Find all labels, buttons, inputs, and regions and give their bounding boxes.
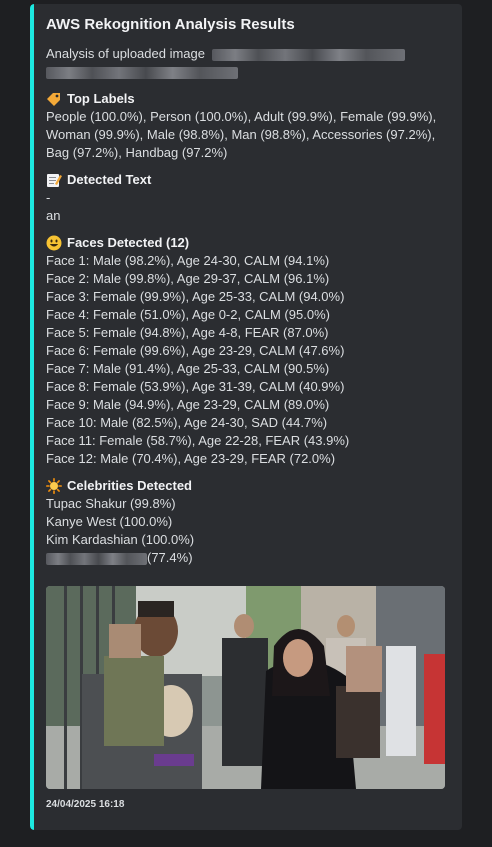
field-top-labels-name: Top Labels xyxy=(67,91,135,106)
embed-content: AWS Rekognition Analysis Results Analysi… xyxy=(46,16,446,567)
face-line: Face 7: Male (91.4%), Age 25-33, CALM (9… xyxy=(46,361,330,376)
field-faces-value: Face 1: Male (98.2%), Age 24-30, CALM (9… xyxy=(46,252,446,468)
celebrity-line: Tupac Shakur (99.8%) xyxy=(46,496,176,511)
smiley-icon xyxy=(46,235,62,251)
celebrity-line: Kim Kardashian (100.0%) xyxy=(46,532,195,547)
field-top-labels: Top Labels People (100.0%), Person (100.… xyxy=(46,90,446,162)
field-detected-text-name: Detected Text xyxy=(67,172,152,187)
redacted-filename-part2 xyxy=(46,66,238,79)
embed-card: AWS Rekognition Analysis Results Analysi… xyxy=(30,4,462,830)
description-text: Analysis of uploaded image xyxy=(46,46,205,61)
face-line: Face 5: Female (94.8%), Age 4-8, FEAR (8… xyxy=(46,325,329,340)
field-faces: Faces Detected (12) Face 1: Male (98.2%)… xyxy=(46,234,446,468)
redacted-filename-part1 xyxy=(211,48,405,61)
field-detected-text: Detected Text - an xyxy=(46,171,446,225)
sun-icon xyxy=(46,478,62,494)
field-celebrities-value: Tupac Shakur (99.8%) Kanye West (100.0%)… xyxy=(46,495,446,567)
face-line: Face 2: Male (99.8%), Age 29-37, CALM (9… xyxy=(46,271,330,286)
face-line: Face 11: Female (58.7%), Age 22-28, FEAR… xyxy=(46,433,350,448)
face-line: Face 3: Female (99.9%), Age 25-33, CALM … xyxy=(46,289,345,304)
face-line: Face 8: Female (53.9%), Age 31-39, CALM … xyxy=(46,379,345,394)
detected-text-line: - xyxy=(46,190,51,205)
analyzed-photo[interactable] xyxy=(46,586,445,789)
label-tag-icon xyxy=(47,93,60,106)
face-line: Face 9: Male (94.9%), Age 23-29, CALM (8… xyxy=(46,397,330,412)
field-top-labels-header: Top Labels xyxy=(46,90,446,108)
face-line: Face 6: Female (99.6%), Age 23-29, CALM … xyxy=(46,343,345,358)
field-top-labels-value: People (100.0%), Person (100.0%), Adult … xyxy=(46,109,437,160)
field-faces-name: Faces Detected (12) xyxy=(67,235,190,250)
redacted-celebrity-name xyxy=(46,552,147,565)
face-line: Face 1: Male (98.2%), Age 24-30, CALM (9… xyxy=(46,253,330,268)
face-line: Face 4: Female (51.0%), Age 0-2, CALM (9… xyxy=(46,307,330,322)
field-celebrities-name: Celebrities Detected xyxy=(67,478,192,493)
face-line: Face 10: Male (82.5%), Age 24-30, SAD (4… xyxy=(46,415,328,430)
analyzed-photo-image xyxy=(46,586,445,789)
detected-text-line: an xyxy=(46,208,61,223)
field-celebrities: Celebrities Detected Tupac Shakur (99.8%… xyxy=(46,477,446,567)
redacted-celebrity-score: (77.4%) xyxy=(147,550,193,565)
field-detected-text-value: - an xyxy=(46,189,446,225)
face-line: Face 12: Male (70.4%), Age 23-29, FEAR (… xyxy=(46,451,336,466)
celebrity-line-redacted: (77.4%) xyxy=(46,549,446,567)
field-detected-text-header: Detected Text xyxy=(46,171,446,189)
celebrity-line: Kanye West (100.0%) xyxy=(46,514,173,529)
embed-accent-bar xyxy=(30,4,34,830)
embed-title: AWS Rekognition Analysis Results xyxy=(46,16,295,33)
memo-icon xyxy=(47,174,62,187)
field-celebrities-header: Celebrities Detected xyxy=(46,477,446,495)
embed-description: Analysis of uploaded image xyxy=(46,45,446,81)
field-faces-header: Faces Detected (12) xyxy=(46,234,446,252)
embed-timestamp: 24/04/2025 16:18 xyxy=(46,799,125,810)
